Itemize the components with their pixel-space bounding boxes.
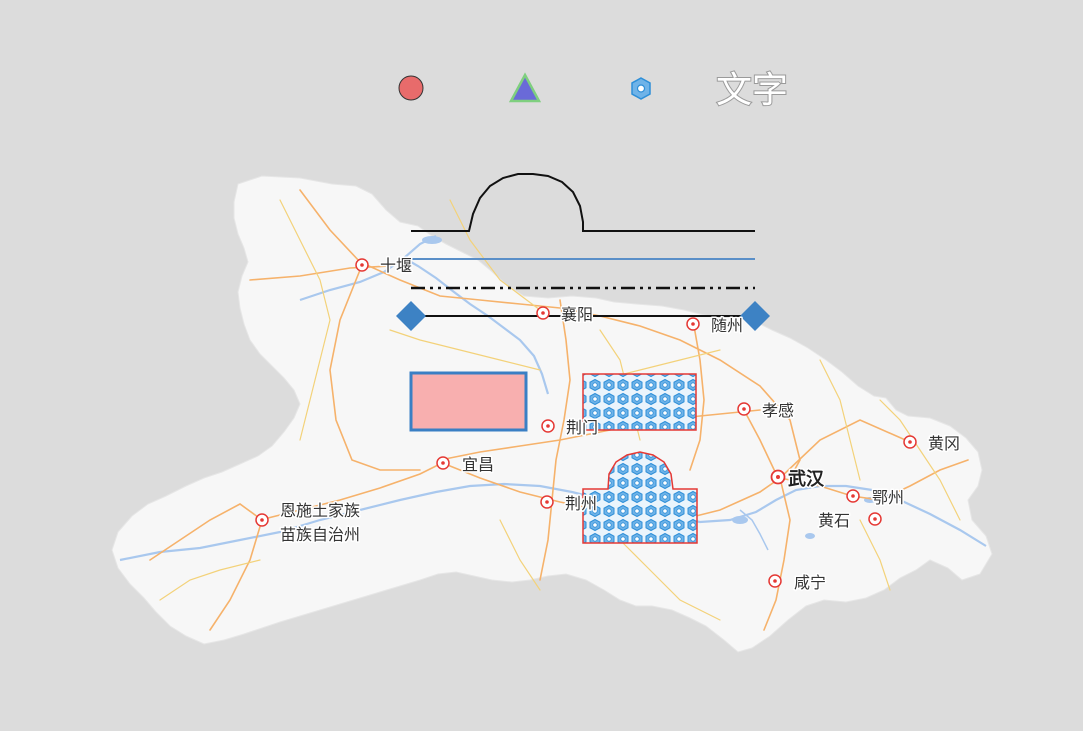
city-label-jingzhou: 荆州 (565, 494, 597, 513)
city-label-suizhou: 随州 (711, 316, 743, 335)
city-label-jingmen: 荆门 (566, 418, 598, 437)
city-label-yichang: 宜昌 (462, 455, 494, 474)
city-label-huanggang: 黄冈 (928, 434, 960, 453)
city-label-shiyan: 十堰 (380, 256, 412, 275)
city-label-xiaogan: 孝感 (762, 401, 794, 420)
legend-text-sample[interactable]: 文字 (715, 69, 789, 112)
map-canvas[interactable]: 文字 十堰 襄阳 随州 孝感 荆门 黄冈 宜昌 武汉 鄂州 荆州 黄石 恩施土家… (0, 0, 1083, 731)
circle-icon[interactable] (398, 75, 424, 101)
line-arch[interactable] (411, 173, 755, 232)
city-label-enshi-line: 恩施土家族 (280, 501, 360, 520)
city-label-xianning: 咸宁 (794, 573, 826, 592)
map-view[interactable]: 文字 十堰 襄阳 随州 孝感 荆门 黄冈 宜昌 武汉 鄂州 荆州 黄石 恩施土家… (0, 0, 1083, 731)
province-hubei (111, 175, 993, 653)
city-label-huangshi: 黄石 (818, 511, 850, 530)
triangle-icon[interactable] (508, 72, 542, 103)
legend-row: 文字 (398, 69, 789, 112)
pink-rectangle[interactable] (409, 371, 528, 432)
city-label-enshi-line: 苗族自治州 (280, 525, 360, 544)
hexagon-pattern-icon[interactable] (631, 77, 651, 100)
city-label-xiangyang: 襄阳 (561, 305, 593, 324)
city-label-ezhou: 鄂州 (872, 488, 904, 507)
pattern-rectangle[interactable] (582, 373, 697, 431)
city-label-wuhan: 武汉 (788, 469, 825, 490)
